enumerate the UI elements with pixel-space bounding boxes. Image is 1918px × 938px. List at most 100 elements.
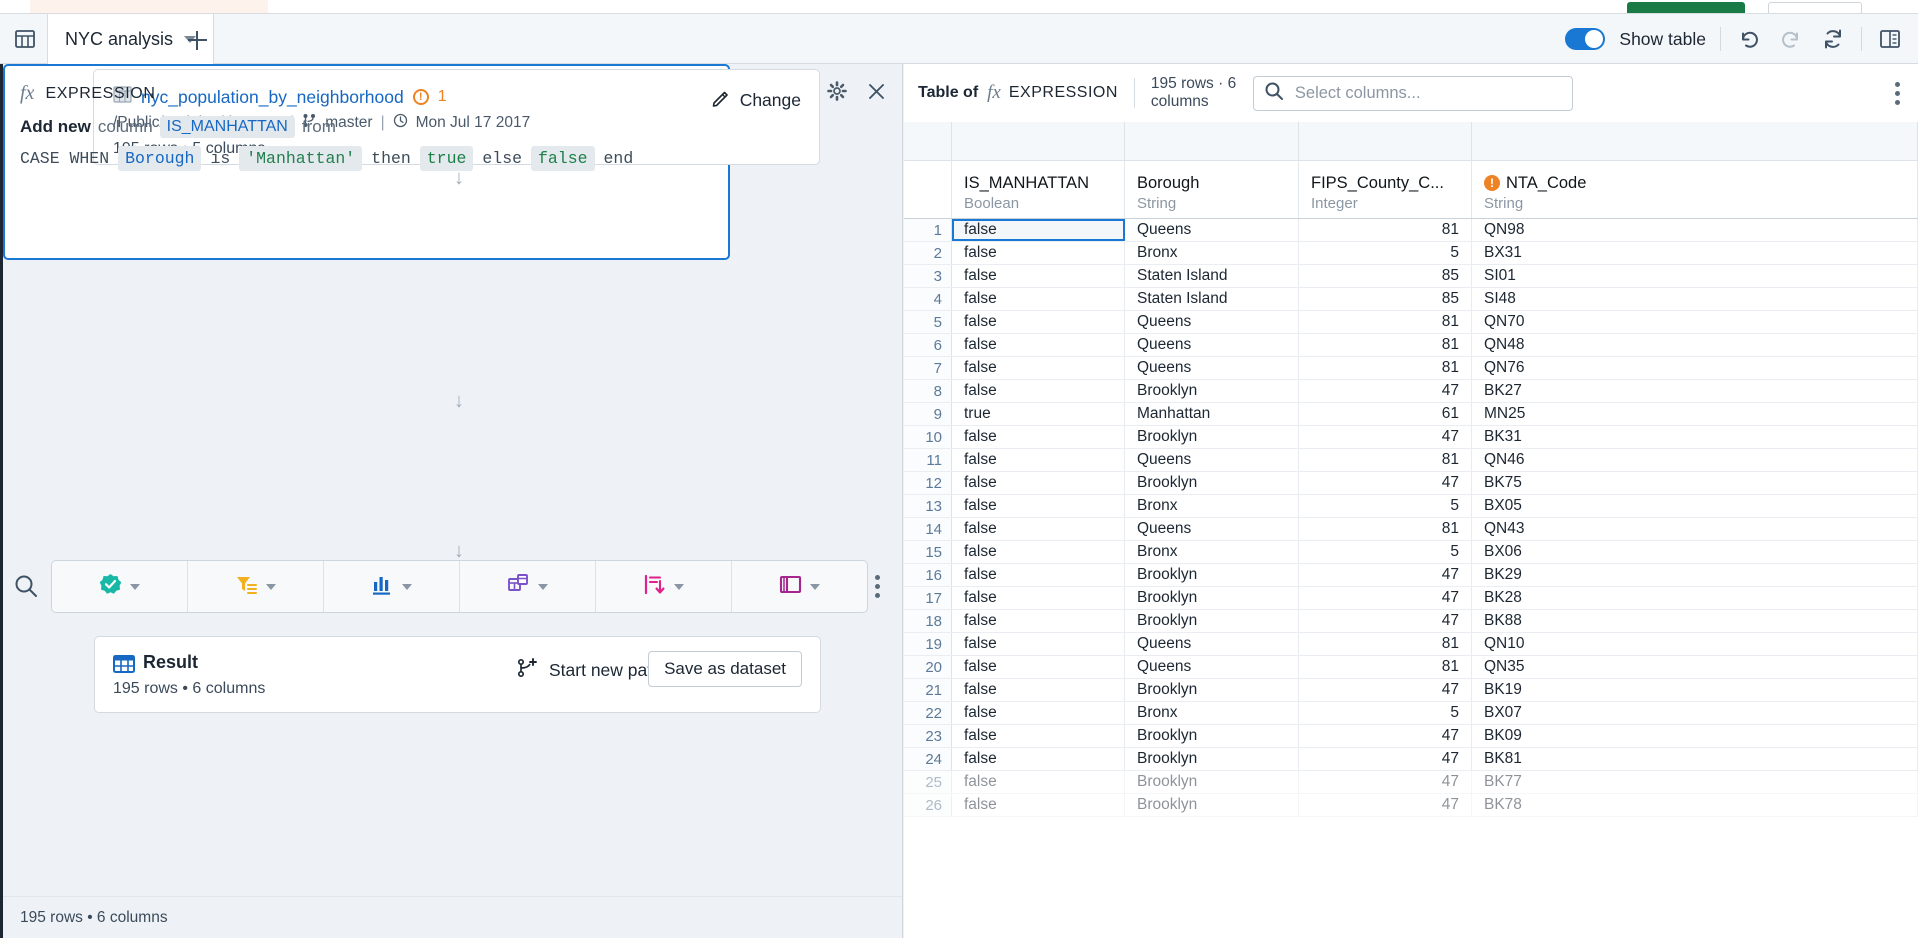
cell-fips-county-code[interactable]: 81 (1299, 219, 1472, 241)
cell-is-manhattan[interactable]: true (952, 403, 1125, 425)
cell-nta-code[interactable]: BX06 (1472, 541, 1918, 563)
cell-nta-code[interactable]: BK29 (1472, 564, 1918, 586)
cell-borough[interactable]: Brooklyn (1125, 472, 1299, 494)
warning-circle-icon[interactable]: ! (412, 89, 429, 105)
cell-row-number[interactable]: 24 (904, 748, 952, 770)
cell-is-manhattan[interactable]: false (952, 771, 1125, 793)
cell-fips-county-code[interactable]: 85 (1299, 288, 1472, 310)
cell-nta-code[interactable]: QN98 (1472, 219, 1918, 241)
cell-row-number[interactable]: 1 (904, 219, 952, 241)
cell-row-number[interactable]: 19 (904, 633, 952, 655)
cell-borough[interactable]: Queens (1125, 334, 1299, 356)
cell-borough[interactable]: Queens (1125, 449, 1299, 471)
table-row[interactable]: 4 false Staten Island 85 SI48 (904, 288, 1918, 311)
cell-nta-code[interactable]: BX31 (1472, 242, 1918, 264)
cell-row-number[interactable]: 8 (904, 380, 952, 402)
table-row[interactable]: 3 false Staten Island 85 SI01 (904, 265, 1918, 288)
close-icon[interactable] (867, 82, 886, 106)
table-row[interactable]: 12 false Brooklyn 47 BK75 (904, 472, 1918, 495)
cell-row-number[interactable]: 14 (904, 518, 952, 540)
cell-nta-code[interactable]: QN10 (1472, 633, 1918, 655)
table-row[interactable]: 17 false Brooklyn 47 BK28 (904, 587, 1918, 610)
cell-nta-code[interactable]: BX07 (1472, 702, 1918, 724)
column-header-is-manhattan[interactable]: IS_MANHATTAN Boolean (952, 161, 1125, 218)
cell-row-number[interactable]: 10 (904, 426, 952, 448)
table-row[interactable]: 13 false Bronx 5 BX05 (904, 495, 1918, 518)
cell-nta-code[interactable]: BK28 (1472, 587, 1918, 609)
side-panel-icon[interactable] (1876, 25, 1904, 53)
cell-is-manhattan[interactable]: false (952, 449, 1125, 471)
cell-nta-code[interactable]: BK81 (1472, 748, 1918, 770)
cell-borough[interactable]: Queens (1125, 311, 1299, 333)
cell-row-number[interactable]: 18 (904, 610, 952, 632)
table-row[interactable]: 15 false Bronx 5 BX06 (904, 541, 1918, 564)
cell-row-number[interactable]: 21 (904, 679, 952, 701)
top-strip-green-button[interactable] (1627, 2, 1745, 13)
cell-nta-code[interactable]: BX05 (1472, 495, 1918, 517)
cell-is-manhattan[interactable]: false (952, 610, 1125, 632)
cell-fips-county-code[interactable]: 47 (1299, 426, 1472, 448)
cell-nta-code[interactable]: BK88 (1472, 610, 1918, 632)
cell-nta-code[interactable]: BK09 (1472, 725, 1918, 747)
cell-is-manhattan[interactable]: false (952, 242, 1125, 264)
search-input[interactable] (1292, 82, 1562, 104)
cell-nta-code[interactable]: QN70 (1472, 311, 1918, 333)
table-row[interactable]: 25 false Brooklyn 47 BK77 (904, 771, 1918, 794)
cell-row-number[interactable]: 22 (904, 702, 952, 724)
undo-icon[interactable] (1735, 25, 1763, 53)
cell-borough[interactable]: Bronx (1125, 702, 1299, 724)
cell-row-number[interactable]: 15 (904, 541, 952, 563)
cell-is-manhattan[interactable]: false (952, 334, 1125, 356)
cell-borough[interactable]: Queens (1125, 219, 1299, 241)
grid-body[interactable]: 1 false Queens 81 QN98 2 false Bronx 5 BX31 3 false… (904, 219, 1918, 817)
cell-borough[interactable]: Staten Island (1125, 288, 1299, 310)
dataset-name-link[interactable]: nyc_population_by_neighborhood (141, 87, 404, 108)
cell-is-manhattan[interactable]: false (952, 794, 1125, 816)
op-chart-button[interactable] (324, 561, 460, 612)
cell-borough[interactable]: Manhattan (1125, 403, 1299, 425)
cell-fips-county-code[interactable]: 81 (1299, 311, 1472, 333)
cell-fips-county-code[interactable]: 81 (1299, 656, 1472, 678)
cell-is-manhattan[interactable]: false (952, 656, 1125, 678)
op-clean-button[interactable] (52, 561, 188, 612)
table-row[interactable]: 19 false Queens 81 QN10 (904, 633, 1918, 656)
cell-fips-county-code[interactable]: 81 (1299, 633, 1472, 655)
cell-fips-county-code[interactable]: 47 (1299, 587, 1472, 609)
cell-nta-code[interactable]: QN35 (1472, 656, 1918, 678)
cell-nta-code[interactable]: BK77 (1472, 771, 1918, 793)
cell-fips-county-code[interactable]: 5 (1299, 242, 1472, 264)
cell-borough[interactable]: Brooklyn (1125, 748, 1299, 770)
chevron-down-icon[interactable] (266, 583, 276, 590)
refresh-icon[interactable] (1819, 25, 1847, 53)
cell-borough[interactable]: Brooklyn (1125, 426, 1299, 448)
cell-row-number[interactable]: 25 (904, 771, 952, 793)
cell-nta-code[interactable]: BK27 (1472, 380, 1918, 402)
table-row[interactable]: 16 false Brooklyn 47 BK29 (904, 564, 1918, 587)
cell-nta-code[interactable]: QN48 (1472, 334, 1918, 356)
table-row[interactable]: 1 false Queens 81 QN98 (904, 219, 1918, 242)
cell-is-manhattan[interactable]: false (952, 518, 1125, 540)
result-card[interactable]: Result 195 rows • 6 columns Start new pa… (94, 636, 821, 713)
cell-is-manhattan[interactable]: false (952, 311, 1125, 333)
cell-is-manhattan[interactable]: false (952, 265, 1125, 287)
new-column-name-chip[interactable]: IS_MANHATTAN (159, 116, 295, 138)
cell-row-number[interactable]: 23 (904, 725, 952, 747)
cell-borough[interactable]: Brooklyn (1125, 610, 1299, 632)
chevron-down-icon[interactable] (538, 583, 548, 590)
cell-borough[interactable]: Brooklyn (1125, 679, 1299, 701)
cell-row-number[interactable]: 12 (904, 472, 952, 494)
table-row[interactable]: 5 false Queens 81 QN70 (904, 311, 1918, 334)
cell-nta-code[interactable]: BK31 (1472, 426, 1918, 448)
cell-is-manhattan[interactable]: false (952, 679, 1125, 701)
table-row[interactable]: 18 false Brooklyn 47 BK88 (904, 610, 1918, 633)
cell-is-manhattan[interactable]: false (952, 748, 1125, 770)
cell-row-number[interactable]: 6 (904, 334, 952, 356)
cell-nta-code[interactable]: QN76 (1472, 357, 1918, 379)
cell-fips-county-code[interactable]: 85 (1299, 265, 1472, 287)
cell-borough[interactable]: Queens (1125, 518, 1299, 540)
chevron-down-icon[interactable] (674, 583, 684, 590)
op-columns-button[interactable] (732, 561, 867, 612)
table-row[interactable]: 7 false Queens 81 QN76 (904, 357, 1918, 380)
code-literal-chip[interactable]: 'Manhattan' (239, 146, 363, 171)
expression-code[interactable]: CASE WHEN Borough is 'Manhattan' then tr… (20, 146, 633, 171)
